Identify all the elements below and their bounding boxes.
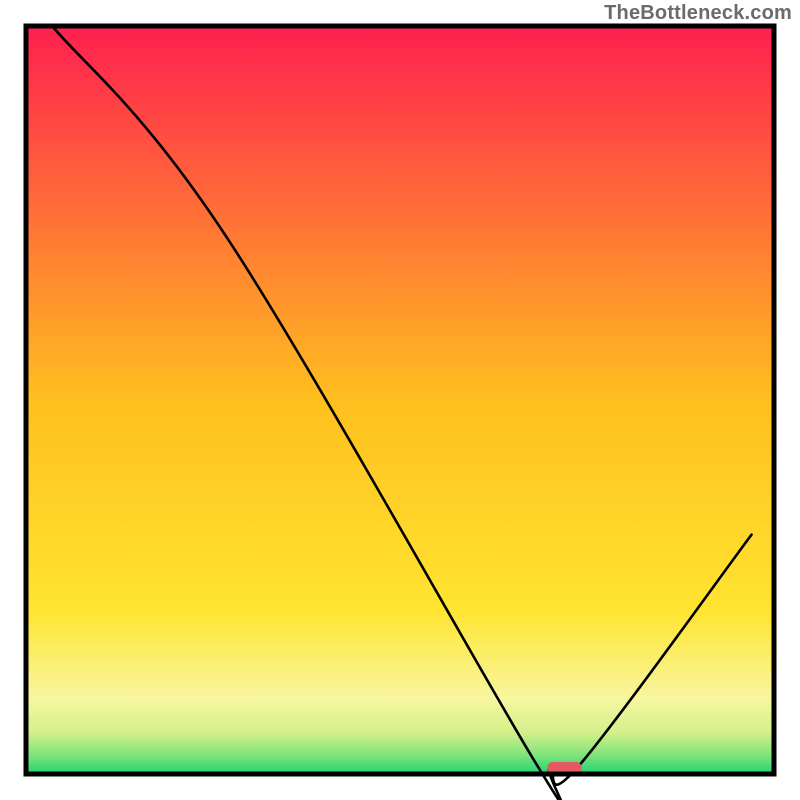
- plot-background: [26, 26, 774, 774]
- chart-svg: [0, 0, 800, 800]
- bottleneck-chart: TheBottleneck.com: [0, 0, 800, 800]
- watermark-text: TheBottleneck.com: [604, 2, 792, 25]
